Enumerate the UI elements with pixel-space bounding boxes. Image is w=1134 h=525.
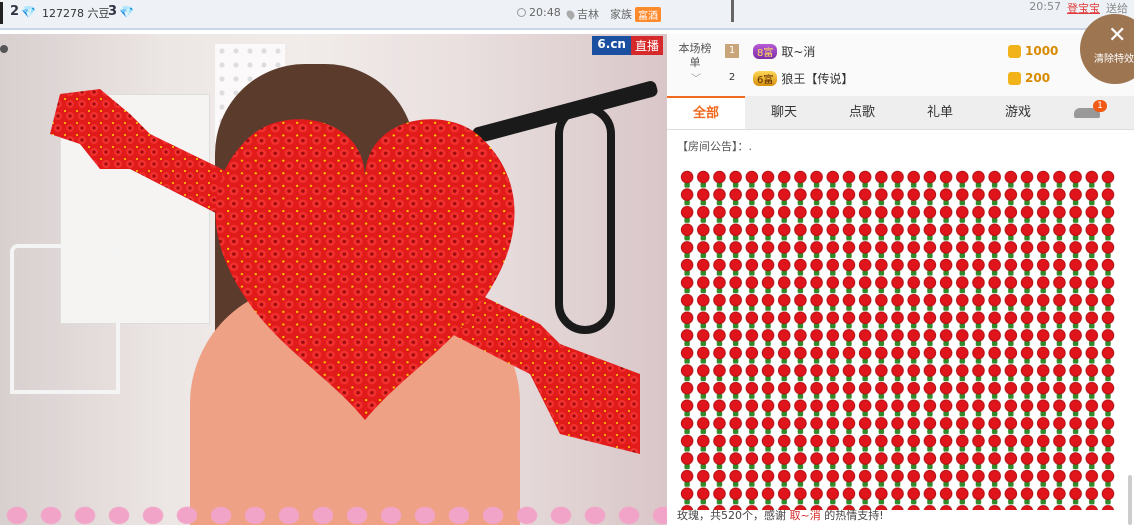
heart-shape	[215, 119, 515, 420]
coin-icon	[1008, 44, 1021, 58]
ranking-row[interactable]: 2 6富 狼王【传说】 200	[725, 66, 1095, 90]
ranking-row[interactable]: 1 8富 取~消 1000	[725, 39, 1095, 63]
left-edge-marker	[0, 2, 3, 24]
gift-thanks-user-link[interactable]: 取~消	[790, 509, 821, 522]
diamond-icon: 💎	[119, 4, 134, 19]
wealth-level-badge: 8富	[753, 43, 778, 59]
family-stat[interactable]: 家族 富酒	[610, 6, 661, 22]
clock-icon	[517, 8, 526, 17]
time-text: 20:48	[529, 6, 561, 19]
time-stat: 20:48	[517, 6, 561, 19]
location-stat: 吉林	[564, 6, 599, 22]
ranking-panel: 本场榜单 ﹀ 1 8富 取~消 1000 2 6富 狼王【传说】 200	[667, 34, 1134, 96]
tab-song-request[interactable]: 点歌	[823, 96, 901, 129]
chat-tabs: 全部 聊天 点歌 礼单 游戏 1	[667, 96, 1134, 130]
diamond-count-a: 2	[10, 4, 20, 19]
gift-time: 20:57	[1029, 0, 1061, 13]
location-text: 吉林	[577, 8, 599, 21]
logo-brand: 6.cn	[592, 36, 631, 55]
divider-tick	[731, 0, 734, 22]
chat-panel: 【房间公告】：. 玫瑰，共520个，感谢 取~消 的热情支持!	[667, 130, 1134, 525]
ranking-user-name[interactable]: 取~消	[781, 43, 815, 60]
close-icon: ✕	[1108, 23, 1127, 48]
tab-games[interactable]: 游戏	[979, 96, 1057, 129]
top-status-bar: 2 💎 127278 六豆 3 💎 20:48 吉林 家族 富酒 20:57 登…	[0, 0, 1134, 30]
ranking-title[interactable]: 本场榜单	[677, 42, 713, 70]
ranking-number: 2	[728, 72, 736, 83]
logo-live: 直播	[630, 36, 663, 55]
coin-icon	[1008, 71, 1021, 85]
six-cn-logo: 6.cn 直播	[592, 36, 663, 55]
flower-petal-border	[0, 501, 667, 525]
gift-thanks-message: 玫瑰，共520个，感谢 取~消 的热情支持!	[677, 507, 884, 523]
diamond-icon: 💎	[21, 4, 36, 19]
gift-thanks-pre: 玫瑰，共520个，感谢	[677, 509, 786, 522]
rose-gift-effect	[679, 170, 1117, 510]
diamond-count-b: 3	[108, 4, 118, 19]
chat-scrollbar[interactable]	[1128, 475, 1132, 525]
ranking-user-name[interactable]: 狼王【传说】	[781, 70, 853, 87]
car-entry-button[interactable]: 1	[1057, 96, 1117, 129]
chevron-down-icon[interactable]: ﹀	[691, 70, 701, 85]
record-dot-icon	[0, 45, 8, 53]
family-badge[interactable]: 富酒	[635, 6, 661, 22]
tab-gift-list[interactable]: 礼单	[901, 96, 979, 129]
tab-all[interactable]: 全部	[667, 96, 745, 129]
coins-stat: 127278 六豆	[42, 7, 110, 20]
gift-thanks-post: 的热情支持!	[824, 509, 884, 522]
heart-arrow-effect	[50, 89, 640, 454]
ranking-number: 1	[725, 44, 739, 58]
room-notice: 【房间公告】：.	[677, 140, 752, 153]
car-count-badge: 1	[1093, 100, 1107, 112]
ranking-amount: 200	[1025, 71, 1051, 85]
diamond-stat-a: 2 💎	[10, 4, 36, 19]
wealth-level-badge: 6富	[753, 70, 778, 86]
location-pin-icon	[564, 8, 577, 20]
family-label: 家族	[610, 8, 632, 21]
live-video[interactable]: 6.cn 直播	[0, 34, 667, 525]
tab-chat[interactable]: 聊天	[745, 96, 823, 129]
clear-effects-label: 清除特效	[1094, 54, 1134, 65]
diamond-stat-b: 3 💎	[108, 4, 134, 19]
